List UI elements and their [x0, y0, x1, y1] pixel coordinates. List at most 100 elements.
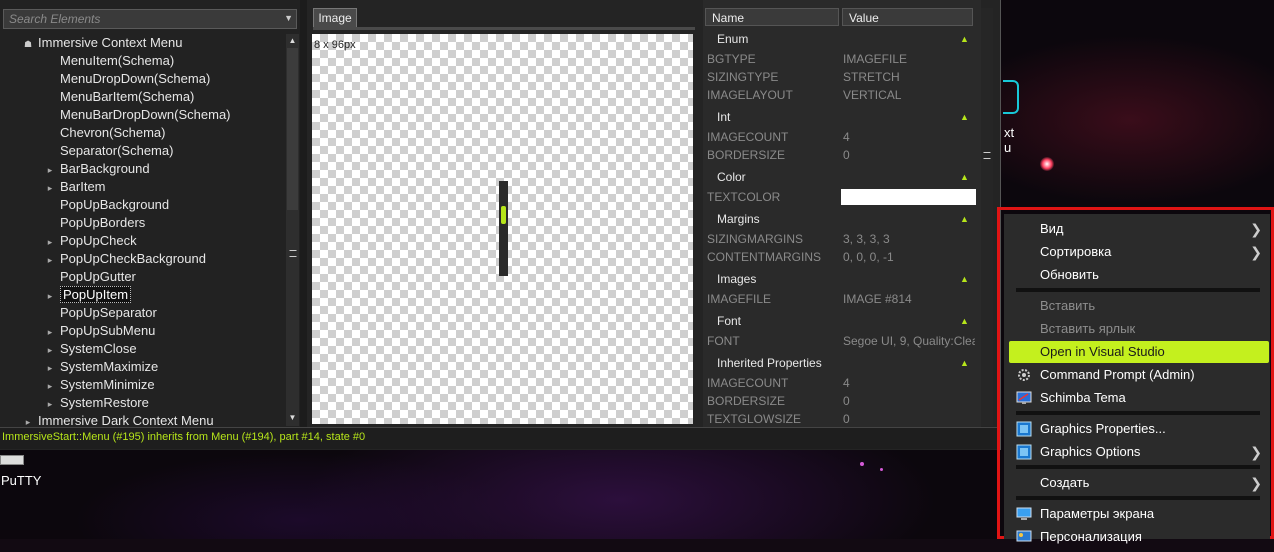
property-category[interactable]: Images ▲	[703, 270, 975, 288]
scroll-thumb[interactable]	[287, 48, 298, 210]
column-header-name[interactable]: Name	[705, 8, 839, 26]
expand-icon[interactable]: ▸	[44, 179, 56, 197]
putty-label[interactable]: PuTTY	[1, 473, 41, 488]
tree-item[interactable]: PopUpBackground	[44, 196, 169, 214]
tree-item[interactable]: ▸ PopUpCheck	[44, 232, 137, 250]
property-row[interactable]: IMAGECOUNT 4	[703, 374, 975, 392]
tree-item[interactable]: Separator(Schema)	[44, 142, 173, 160]
tree-item[interactable]: PopUpSeparator	[44, 304, 157, 322]
property-category[interactable]: Font ▲	[703, 312, 975, 330]
property-row[interactable]: IMAGECOUNT 4	[703, 128, 975, 146]
tree-item[interactable]: MenuItem(Schema)	[44, 52, 174, 70]
property-value[interactable]: 3, 3, 3, 3	[843, 230, 975, 248]
tree-item[interactable]: Chevron(Schema)	[44, 124, 166, 142]
scroll-down-icon[interactable]: ▼	[286, 413, 299, 422]
property-row[interactable]: BORDERSIZE 0	[703, 146, 975, 164]
property-row[interactable]: CONTENTMARGINS 0, 0, 0, -1	[703, 248, 975, 266]
property-value[interactable]: 0	[843, 410, 975, 428]
expand-icon[interactable]: ▸	[44, 233, 56, 251]
tree-item[interactable]: ▸ SystemMinimize	[44, 376, 155, 394]
menu-item[interactable]: Graphics Properties...	[1004, 418, 1270, 440]
menu-item[interactable]: Вставить	[1004, 295, 1270, 317]
color-swatch[interactable]	[841, 189, 976, 205]
menu-item[interactable]: Параметры экрана	[1004, 503, 1270, 525]
menu-item[interactable]: Open in Visual Studio	[1009, 341, 1269, 363]
collapse-caret-icon[interactable]: ▲	[960, 108, 969, 126]
property-value[interactable]: STRETCH	[843, 68, 975, 86]
menu-item[interactable]: Обновить	[1004, 264, 1270, 286]
tree-item[interactable]: ▸ BarItem	[44, 178, 106, 196]
putty-icon[interactable]	[0, 455, 24, 465]
tree-item[interactable]: ☗ Immersive Context Menu	[22, 34, 183, 52]
menu-item[interactable]: Вставить ярлык	[1004, 318, 1270, 340]
property-value[interactable]: 0	[843, 146, 975, 164]
property-row[interactable]: IMAGELAYOUT VERTICAL	[703, 86, 975, 104]
property-value[interactable]: VERTICAL	[843, 86, 975, 104]
property-row[interactable]: BGTYPE IMAGEFILE	[703, 50, 975, 68]
tree-item[interactable]: PopUpGutter	[44, 268, 136, 286]
expand-icon[interactable]: ▸	[44, 377, 56, 395]
tab-image[interactable]: Image	[313, 8, 357, 27]
menu-item[interactable]: Создать ❯	[1004, 472, 1270, 494]
desktop-icon-partial[interactable]	[1003, 80, 1019, 114]
tree-item[interactable]: ▸ PopUpSubMenu	[44, 322, 156, 341]
collapse-caret-icon[interactable]: ▲	[960, 354, 969, 372]
property-scrollbar[interactable]	[981, 8, 993, 426]
property-value[interactable]: IMAGE #814	[843, 290, 975, 308]
expand-icon[interactable]: ▸	[22, 413, 34, 426]
property-value[interactable]: 4	[843, 374, 975, 392]
property-value[interactable]: IMAGEFILE	[843, 50, 975, 68]
expand-icon[interactable]: ▸	[44, 359, 56, 377]
tree-item[interactable]: PopUpBorders	[44, 214, 145, 232]
collapse-caret-icon[interactable]: ▲	[960, 270, 969, 288]
tree-item[interactable]: MenuBarItem(Schema)	[44, 88, 194, 106]
expand-icon[interactable]: ▸	[44, 287, 56, 305]
property-row[interactable]: IMAGEFILE IMAGE #814	[703, 290, 975, 308]
menu-item[interactable]: Schimba Tema	[1004, 387, 1270, 409]
collapse-icon[interactable]: ☗	[22, 35, 34, 53]
tree-item[interactable]: ▸ SystemClose	[44, 340, 137, 358]
collapse-caret-icon[interactable]: ▲	[960, 30, 969, 48]
expand-icon[interactable]: ▸	[44, 323, 56, 341]
tree-item[interactable]: ▸ Immersive Dark Context Menu	[22, 412, 214, 426]
expand-icon[interactable]: ▸	[44, 161, 56, 179]
property-category[interactable]: Int ▲	[703, 108, 975, 126]
property-value[interactable]: 0, 0, 0, -1	[843, 248, 975, 266]
tree-item[interactable]: MenuDropDown(Schema)	[44, 70, 210, 88]
property-row[interactable]: SIZINGMARGINS 3, 3, 3, 3	[703, 230, 975, 248]
menu-item[interactable]: Command Prompt (Admin)	[1004, 364, 1270, 386]
tree-item[interactable]: ▸ SystemRestore	[44, 394, 149, 412]
menu-item[interactable]: Вид ❯	[1004, 218, 1270, 240]
tree-item[interactable]: ▸ SystemMaximize	[44, 358, 159, 377]
property-value[interactable]: Segoe UI, 9, Quality:Clear...	[843, 332, 975, 350]
scroll-up-icon[interactable]: ▲	[286, 36, 299, 45]
menu-item[interactable]: Персонализация	[1004, 526, 1270, 548]
expand-icon[interactable]: ▸	[44, 341, 56, 359]
collapse-caret-icon[interactable]: ▲	[960, 312, 969, 330]
expand-icon[interactable]: ▸	[44, 395, 56, 413]
splitter[interactable]	[300, 0, 307, 427]
collapse-caret-icon[interactable]: ▲	[960, 168, 969, 186]
collapse-caret-icon[interactable]: ▲	[960, 210, 969, 228]
property-category[interactable]: Margins ▲	[703, 210, 975, 228]
tree-item[interactable]: ▸ PopUpItem	[44, 286, 132, 305]
property-category[interactable]: Enum ▲	[703, 30, 975, 48]
property-category[interactable]: Color ▲	[703, 168, 975, 186]
column-header-value[interactable]: Value	[842, 8, 973, 26]
property-value[interactable]: 0	[843, 392, 975, 410]
chevron-down-icon[interactable]: ▼	[284, 13, 293, 23]
expand-icon[interactable]: ▸	[44, 251, 56, 269]
property-row[interactable]: FONT Segoe UI, 9, Quality:Clear...	[703, 332, 975, 350]
search-input[interactable]	[9, 12, 279, 26]
property-row[interactable]: TEXTGLOWSIZE 0	[703, 410, 975, 428]
menu-item[interactable]: Сортировка ❯	[1004, 241, 1270, 263]
property-row[interactable]: BORDERSIZE 0	[703, 392, 975, 410]
menu-item[interactable]: Graphics Options ❯	[1004, 441, 1270, 463]
property-value[interactable]: 4	[843, 128, 975, 146]
search-box[interactable]: ▼	[3, 9, 297, 29]
tree-item[interactable]: ▸ BarBackground	[44, 160, 150, 178]
property-row[interactable]: TEXTCOLOR	[703, 188, 976, 206]
property-category[interactable]: Inherited Properties ▲	[703, 354, 975, 372]
tree-scrollbar[interactable]: ▲ ▼	[286, 34, 299, 426]
tree-item[interactable]: MenuBarDropDown(Schema)	[44, 106, 231, 124]
